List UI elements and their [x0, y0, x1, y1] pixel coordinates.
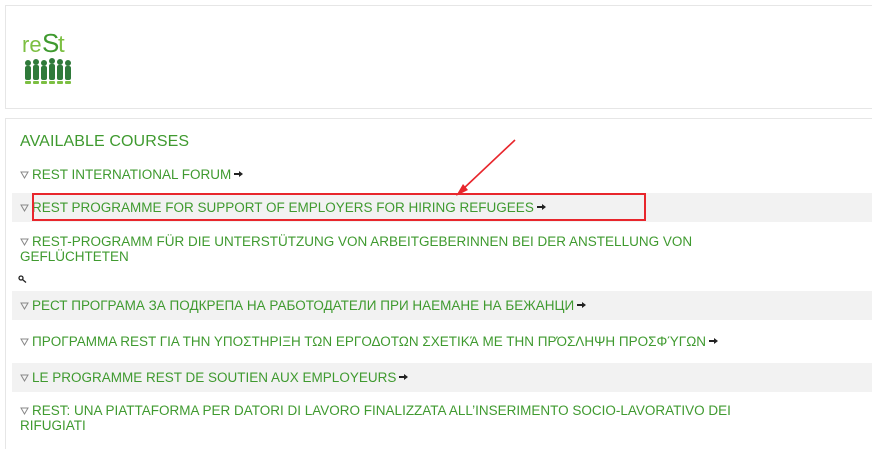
logo-text-t: t [58, 31, 65, 58]
course-title: РЕСТ ПРОГРАМА ЗА ПОДКРЕПА НА РАБОТОДАТЕЛ… [32, 298, 575, 313]
course-title-line2: GEFLÜCHTETEN [20, 249, 129, 264]
course-link[interactable]: LE PROGRAMME REST DE SOUTIEN AUX EMPLOYE… [20, 370, 409, 385]
key-icon [18, 275, 27, 283]
course-icon [20, 302, 29, 310]
logo-people-shadow-icon [25, 81, 71, 84]
course-title: REST INTERNATIONAL FORUM [32, 167, 232, 182]
enrol-icon [577, 302, 587, 308]
rest-logo[interactable]: re S t [20, 26, 80, 96]
enrol-icon [234, 171, 244, 177]
logo-text-s: S [42, 28, 59, 58]
course-link[interactable]: REST: UNA PIATTAFORMA PER DATORI DI LAVO… [20, 403, 731, 433]
course-row: РЕСТ ПРОГРАМА ЗА ПОДКРЕПА НА РАБОТОДАТЕЛ… [12, 291, 872, 320]
course-title: LE PROGRAMME REST DE SOUTIEN AUX EMPLOYE… [32, 370, 397, 385]
course-title-line2: RIFUGIATI [20, 418, 86, 433]
course-row: REST: UNA PIATTAFORMA PER DATORI DI LAVO… [12, 400, 872, 433]
logo-text-re: re [22, 32, 42, 57]
course-title: REST: UNA PIATTAFORMA PER DATORI DI LAVO… [32, 403, 731, 418]
site-header: re S t [5, 5, 872, 109]
course-link[interactable]: REST INTERNATIONAL FORUM [20, 167, 244, 182]
enrol-icon [399, 374, 409, 380]
course-link[interactable]: ΠΡΟΓΡΑΜΜΑ REST ΓΙΑ ΤΗΝ ΥΠΟΣΤΗΡΙΞΗ ΤΩΝ ΕΡ… [20, 334, 719, 349]
annotation-highlight-box [32, 193, 646, 221]
course-title: REST-PROGRAMM FÜR DIE UNTERSTÜTZUNG VON … [32, 234, 693, 249]
course-icon [20, 171, 29, 179]
course-link[interactable]: РЕСТ ПРОГРАМА ЗА ПОДКРЕПА НА РАБОТОДАТЕЛ… [20, 298, 587, 313]
course-row: ΠΡΟΓΡΑΜΜΑ REST ΓΙΑ ΤΗΝ ΥΠΟΣΤΗΡΙΞΗ ΤΩΝ ΕΡ… [12, 329, 872, 355]
course-link[interactable]: REST-PROGRAMM FÜR DIE UNTERSTÜTZUNG VON … [20, 234, 692, 264]
course-icon [20, 407, 29, 415]
course-row: LE PROGRAMME REST DE SOUTIEN AUX EMPLOYE… [12, 363, 872, 392]
course-icon [20, 238, 29, 246]
course-title: ΠΡΟΓΡΑΜΜΑ REST ΓΙΑ ΤΗΝ ΥΠΟΣΤΗΡΙΞΗ ΤΩΝ ΕΡ… [32, 334, 707, 349]
section-title: AVAILABLE COURSES [20, 133, 190, 150]
enrol-icon [709, 338, 719, 344]
course-icon [20, 204, 29, 212]
logo-people-icon [25, 58, 71, 80]
course-icon [20, 374, 29, 382]
course-row: REST INTERNATIONAL FORUM [12, 164, 872, 186]
course-icon [20, 338, 29, 346]
course-row: REST-PROGRAMM FÜR DIE UNTERSTÜTZUNG VON … [12, 231, 872, 283]
